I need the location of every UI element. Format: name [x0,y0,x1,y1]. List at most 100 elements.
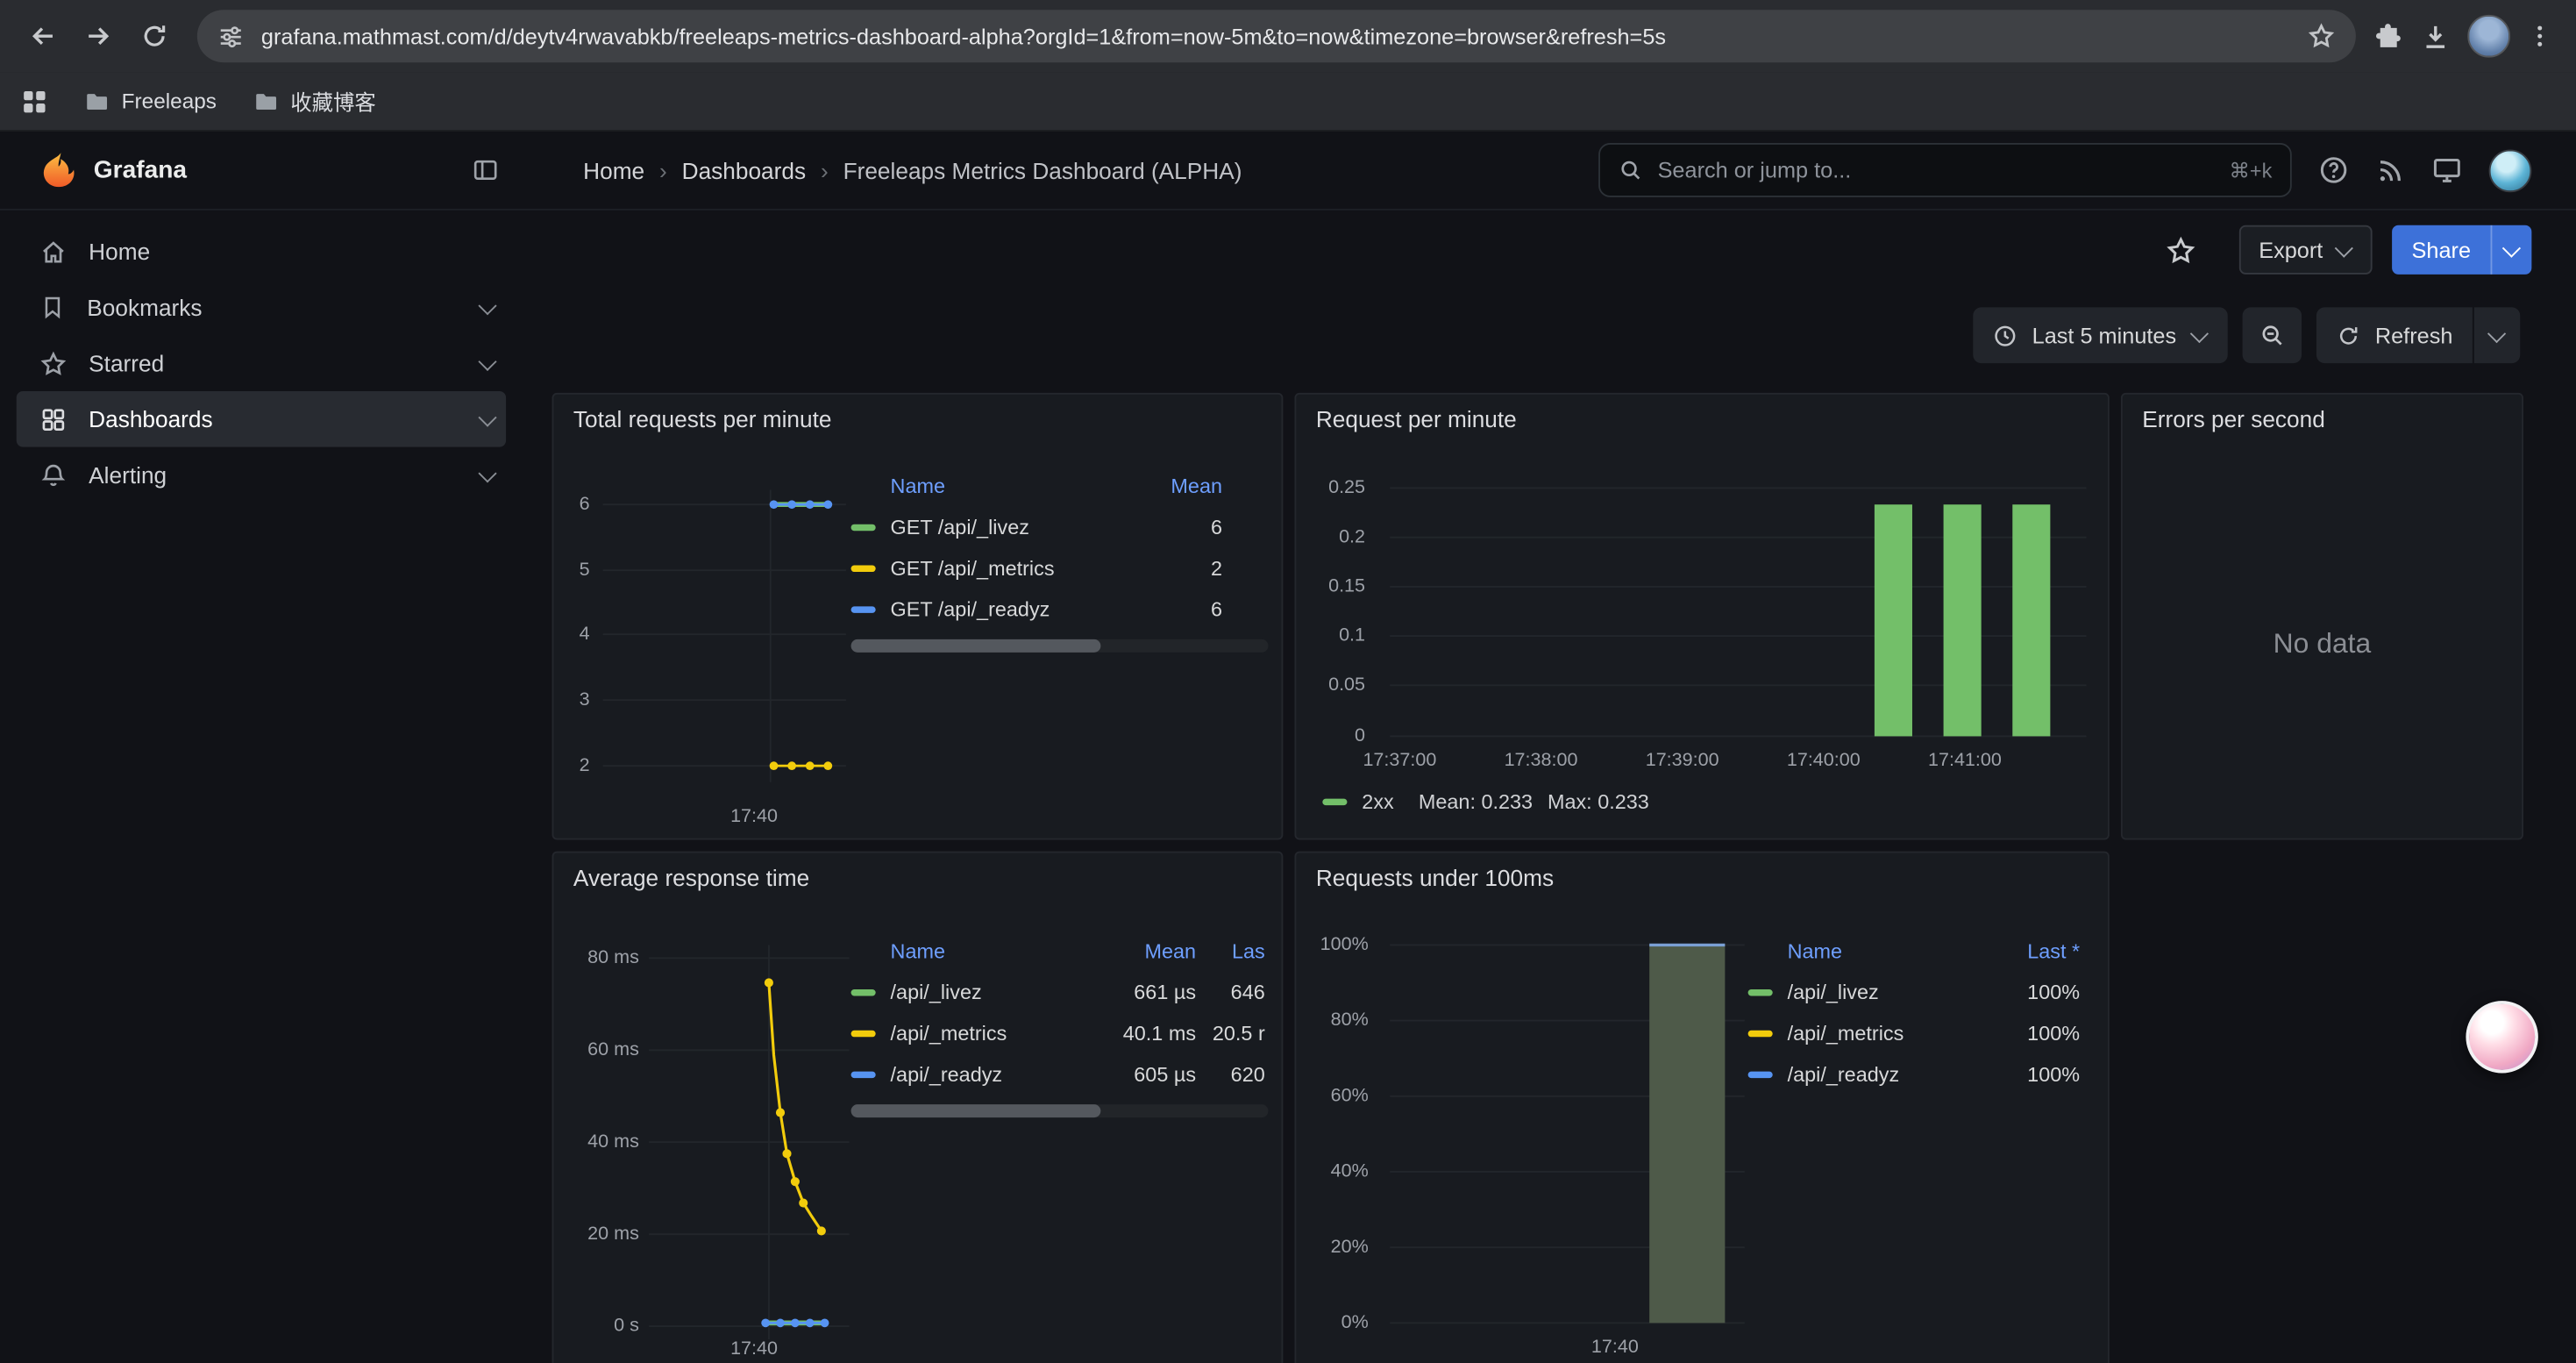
bookmark-star-icon[interactable] [2307,21,2337,51]
scrollbar-thumb[interactable] [851,1104,1102,1117]
series-name[interactable]: 2xx [1362,790,1393,813]
search-shortcut: ⌘+k [2229,158,2272,182]
clock-icon [1993,323,2017,347]
legend-row[interactable]: /api/_readyz 100% [1748,1053,2087,1095]
panel-title[interactable]: Total requests per minute [573,406,832,432]
monitor-icon[interactable] [2431,154,2463,186]
help-icon[interactable] [2318,154,2350,186]
sidebar-item-dashboards[interactable]: Dashboards [17,391,506,447]
panel-title[interactable]: Requests under 100ms [1316,865,1554,891]
y-tick: 0.25 [1309,476,1365,499]
favorite-star-icon[interactable] [2165,234,2196,266]
series-color-dash [1748,1071,1773,1077]
chevron-down-icon[interactable] [480,410,496,427]
sidebar-item-bookmarks[interactable]: Bookmarks [0,280,523,336]
legend-row[interactable]: GET /api/_metrics 2 [851,547,1269,589]
legend-col-last[interactable]: Las [1196,940,1265,963]
y-tick: 80% [1306,1009,1369,1031]
share-button[interactable]: Share [2392,225,2531,275]
line-chart[interactable] [649,945,850,1339]
x-tick: 17:40 [705,1338,803,1360]
chevron-down-icon[interactable] [480,299,496,316]
panel-title[interactable]: Errors per second [2142,406,2325,432]
time-range-picker[interactable]: Last 5 minutes [1973,307,2227,363]
rss-icon[interactable] [2375,155,2405,185]
legend-row[interactable]: /api/_metrics 40.1 ms 20.5 r [851,1012,1269,1053]
y-tick: 0 s [566,1315,638,1338]
dock-sidebar-button[interactable] [472,156,500,184]
legend-col-name[interactable]: Name [1788,940,1989,963]
sidebar-item-alerting[interactable]: Alerting [0,447,523,503]
y-tick: 4 [564,623,590,646]
legend-row[interactable]: /api/_metrics 100% [1748,1012,2087,1053]
bar-chart[interactable] [1390,485,2086,739]
share-dropdown[interactable] [2492,225,2531,275]
back-button[interactable] [17,10,69,62]
sidebar-item-label: Home [89,239,150,265]
series-color-dash [851,605,876,611]
legend-row[interactable]: /api/_livez 661 µs 646 [851,971,1269,1012]
legend-row[interactable]: /api/_readyz 605 µs 620 [851,1053,1269,1095]
downloads-icon[interactable] [2420,20,2451,52]
search-input[interactable]: Search or jump to... ⌘+k [1598,143,2292,197]
sidebar-item-home[interactable]: Home [0,224,523,280]
legend-scrollbar[interactable] [851,1104,1269,1117]
bookmark-folder-freeleaps[interactable]: Freeleaps [69,82,231,121]
legend-col-mean[interactable]: Mean [1098,940,1196,963]
legend-col-name[interactable]: Name [891,940,1098,963]
legend-table: Name Last * /api/_livez 100% /api/_metri… [1748,931,2087,1094]
legend-inline[interactable]: 2xx Mean: 0.233 Max: 0.233 [1322,790,1648,813]
share-label[interactable]: Share [2392,225,2490,275]
address-bar[interactable]: grafana.mathmast.com/d/deytv4rwavabkb/fr… [197,10,2356,62]
legend-row[interactable]: /api/_livez 100% [1748,971,2087,1012]
legend-col-last[interactable]: Last * [1988,940,2080,963]
url-text[interactable]: grafana.mathmast.com/d/deytv4rwavabkb/fr… [261,24,2307,48]
scrollbar-thumb[interactable] [851,639,1102,653]
main-content: Export Share Last 5 minutes [523,211,2576,1363]
apps-grid-icon[interactable] [19,86,49,116]
refresh-button[interactable]: Refresh [2316,307,2473,363]
export-button[interactable]: Export [2239,225,2373,275]
zoom-out-button[interactable] [2242,307,2301,363]
sidebar: Home Bookmarks Starred Dashboards Alerti… [0,211,523,1363]
panel-title[interactable]: Average response time [573,865,809,891]
breadcrumb: Home › Dashboards › Freeleaps Metrics Da… [583,157,1242,183]
refresh-split-button: Refresh [2316,307,2520,363]
folder-icon [84,88,110,114]
extensions-icon[interactable] [2373,20,2404,52]
legend-row[interactable]: GET /api/_livez 6 [851,506,1269,547]
y-tick: 0 [1309,724,1365,747]
panel-title[interactable]: Request per minute [1316,406,1517,432]
home-icon [39,238,68,266]
sidebar-item-label: Alerting [89,462,167,489]
legend-row[interactable]: GET /api/_readyz 6 [851,589,1269,630]
bookmark-label: 收藏博客 [290,85,375,117]
forward-button[interactable] [72,10,125,62]
bookmark-folder-blogs[interactable]: 收藏博客 [238,79,390,124]
reload-button[interactable] [128,10,181,62]
x-tick: 17:40 [1566,1336,1664,1359]
site-settings-icon[interactable] [217,22,245,50]
series-color-dash [851,524,876,530]
y-tick: 6 [564,493,590,516]
breadcrumb-home[interactable]: Home [583,157,644,183]
chevron-down-icon[interactable] [480,355,496,372]
bar-chart[interactable] [1390,935,1745,1330]
browser-menu-icon[interactable] [2527,23,2553,49]
chevron-down-icon[interactable] [480,467,496,483]
refresh-interval-dropdown[interactable] [2474,307,2520,363]
legend-col-name[interactable]: Name [891,475,1121,497]
sidebar-item-starred[interactable]: Starred [0,335,523,391]
browser-profile-avatar[interactable] [2467,15,2510,58]
x-tick: 17:39:00 [1630,749,1735,772]
sidebar-item-label: Starred [89,350,164,376]
legend-scrollbar[interactable] [851,639,1269,653]
user-avatar[interactable] [2489,149,2532,192]
grafana-logo-icon[interactable] [38,151,75,189]
legend-col-mean[interactable]: Mean [1121,475,1222,497]
screen: grafana.mathmast.com/d/deytv4rwavabkb/fr… [0,0,2576,1363]
assistant-avatar[interactable] [2466,1001,2537,1073]
breadcrumb-dashboards[interactable]: Dashboards [682,157,806,183]
y-tick: 80 ms [566,946,638,969]
line-chart[interactable] [600,489,846,782]
